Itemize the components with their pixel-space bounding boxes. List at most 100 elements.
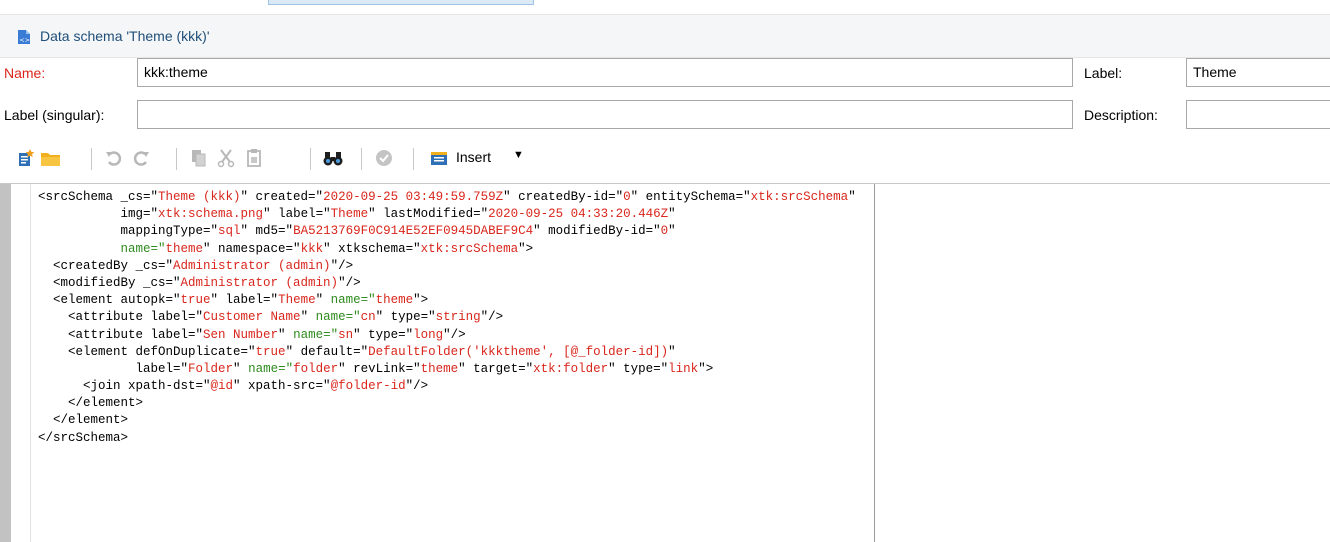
code-text: ": [233, 361, 249, 376]
code-attr-value: Administrator (admin): [173, 258, 331, 273]
code-text: " md5=": [240, 224, 294, 239]
code-attr-value: Customer Name: [203, 310, 301, 325]
code-text: ": [668, 207, 676, 222]
code-text: " type=": [353, 327, 414, 342]
code-text: <attribute label=": [38, 327, 204, 342]
cut-icon[interactable]: [215, 147, 237, 169]
gutter-edge: [30, 184, 31, 542]
code-attr-value: Theme: [330, 207, 369, 222]
code-attr-value: true: [255, 344, 286, 359]
svg-text:<>: <>: [19, 36, 30, 44]
code-text: " target=": [458, 361, 534, 376]
name-label: Name:: [4, 65, 46, 81]
window-title: Data schema 'Theme (kkk)': [40, 28, 210, 44]
code-text: <element defOnDuplicate=": [38, 344, 256, 359]
code-text: <createdBy _cs=": [38, 258, 174, 273]
editor-gutter: [0, 184, 30, 542]
code-line: mappingType="sql" md5="BA5213769F0C914E5…: [38, 223, 856, 240]
code-line: <createdBy _cs="Administrator (admin)"/>: [38, 258, 856, 275]
insert-menu-label[interactable]: Insert: [456, 149, 491, 165]
code-attr-value: xtk:schema.png: [158, 207, 264, 222]
label-singular-field[interactable]: [137, 100, 1073, 129]
code-text: </element>: [38, 396, 144, 411]
code-attr-value: Folder: [188, 361, 234, 376]
xml-source-code[interactable]: <srcSchema _cs="Theme (kkk)" created="20…: [38, 189, 856, 447]
code-text: </srcSchema>: [38, 430, 129, 445]
code-attr-value: 2020-09-25 04:33:20.446Z: [488, 207, 669, 222]
label-label: Label:: [1084, 65, 1123, 81]
code-attr-value: link: [668, 361, 699, 376]
label-field[interactable]: Theme: [1186, 58, 1330, 87]
redo-icon[interactable]: [130, 147, 152, 169]
open-folder-icon[interactable]: [40, 147, 62, 169]
code-attr-value: sn: [338, 327, 354, 342]
toolbar-separator: [361, 148, 362, 170]
code-name-attr: name=": [330, 293, 376, 308]
copy-icon[interactable]: [188, 147, 210, 169]
code-line: <element autopk="true" label="Theme" nam…: [38, 292, 856, 309]
code-text: <attribute label=": [38, 310, 204, 325]
code-text: " type=": [375, 310, 436, 325]
code-text: img=": [38, 207, 159, 222]
schema-file-icon: <>: [16, 29, 32, 45]
code-line: </element>: [38, 395, 856, 412]
code-line: <modifiedBy _cs="Administrator (admin)"/…: [38, 275, 856, 292]
code-line: <attribute label="Customer Name" name="c…: [38, 309, 856, 326]
code-attr-value: kkk: [300, 241, 324, 256]
editor-column-guide: [874, 184, 875, 542]
code-attr-value: theme: [375, 293, 414, 308]
top-strip: [0, 0, 1330, 12]
code-text: mappingType=": [38, 224, 219, 239]
code-text: ": [278, 327, 294, 342]
code-text: " label=": [263, 207, 331, 222]
code-attr-value: theme: [165, 241, 204, 256]
code-attr-value: DefaultFolder('kkktheme', [@_folder-id]): [368, 344, 669, 359]
code-text: label=": [38, 361, 189, 376]
toolbar-separator: [91, 148, 92, 170]
code-text: ": [315, 293, 331, 308]
code-text: "/>: [405, 379, 429, 394]
find-icon[interactable]: [322, 147, 344, 169]
form-row-name: Name: kkk:theme Label: Theme: [0, 57, 1330, 88]
code-attr-value: folder: [293, 361, 339, 376]
validate-icon[interactable]: [373, 147, 395, 169]
code-attr-value: Theme: [278, 293, 316, 308]
code-text: " default=": [285, 344, 369, 359]
toolbar-separator: [176, 148, 177, 170]
code-attr-value: 0: [623, 190, 631, 204]
code-attr-value: Administrator (admin): [180, 275, 339, 290]
code-name-attr: name=": [315, 310, 361, 325]
code-attr-value: xtk:srcSchema: [420, 241, 519, 256]
code-attr-value: xtk:srcSchema: [750, 190, 849, 204]
undo-icon[interactable]: [103, 147, 125, 169]
top-tab[interactable]: [268, 0, 534, 5]
code-text: " type=": [608, 361, 669, 376]
code-text: "/>: [330, 258, 354, 273]
chevron-down-icon[interactable]: ▼: [513, 149, 524, 161]
code-text: " createdBy-id=": [503, 190, 624, 204]
code-text: "/>: [443, 327, 466, 342]
code-attr-value: sql: [218, 224, 241, 239]
code-attr-value: Theme (kkk): [158, 190, 241, 204]
title-bar: <> Data schema 'Theme (kkk)': [0, 14, 1330, 58]
code-text: ">: [413, 293, 429, 308]
name-field[interactable]: kkk:theme: [137, 58, 1073, 87]
code-text: ": [848, 190, 856, 204]
code-text: ">: [518, 241, 534, 256]
toolbar-separator: [413, 148, 414, 170]
xml-editor[interactable]: <srcSchema _cs="Theme (kkk)" created="20…: [0, 183, 1330, 542]
paste-icon[interactable]: [243, 147, 265, 169]
label-singular-label: Label (singular):: [4, 107, 105, 123]
description-field[interactable]: [1186, 100, 1330, 129]
new-icon[interactable]: [15, 147, 37, 169]
code-attr-value: @id: [210, 379, 234, 394]
form-row-singular: Label (singular): Description:: [0, 99, 1330, 130]
code-attr-value: theme: [420, 361, 459, 376]
code-text: " created=": [240, 190, 324, 204]
code-text: "/>: [480, 310, 504, 325]
insert-icon[interactable]: [428, 147, 450, 169]
description-label: Description:: [1084, 107, 1158, 123]
code-attr-value: @folder-id: [330, 379, 406, 394]
code-name-attr: name=": [293, 327, 339, 342]
